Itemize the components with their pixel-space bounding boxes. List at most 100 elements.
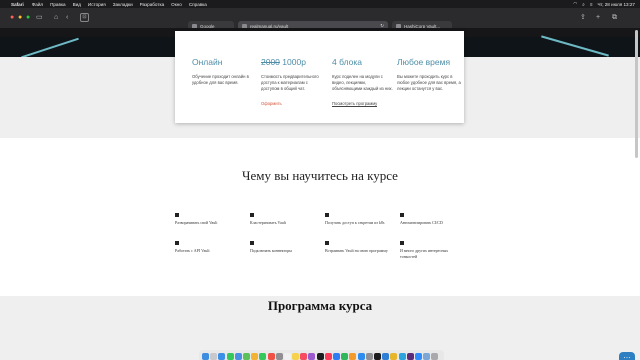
skill-item: Автоматизировать CI/CD [400, 213, 465, 226]
menu-edit[interactable]: Правка [50, 2, 66, 7]
program-title: Программа курса [267, 298, 373, 313]
chat-icon: … [623, 351, 631, 360]
menu-window[interactable]: Окно [171, 2, 182, 7]
skill-text: Подключать коннекторы [250, 248, 292, 253]
numbers-icon[interactable] [341, 352, 349, 360]
launchpad-icon[interactable] [210, 352, 218, 360]
facetime-icon[interactable] [259, 352, 267, 360]
settings-icon[interactable] [365, 352, 373, 360]
skill-item: Подключать коннекторы [250, 241, 315, 254]
share-icon[interactable]: ⇪ [580, 13, 586, 22]
skill-item: Получать доступ к секретам из k8s [325, 213, 390, 226]
order-link[interactable]: Оформить [261, 101, 282, 106]
chat-widget-button[interactable]: … [619, 352, 635, 360]
bullet-icon [325, 213, 329, 217]
skill-item: Работать с API Vault [175, 241, 240, 254]
info-heading: Любое время [397, 57, 451, 67]
trash-icon[interactable] [431, 352, 439, 360]
skill-item: Кластеризовать Vault [250, 213, 315, 226]
safari-icon[interactable] [218, 352, 226, 360]
tab-overview-icon[interactable]: ⧉ [612, 13, 617, 22]
menubar-status: ◠ ⌕ ≡ Чт, 28 июля 13:27 [568, 1, 635, 7]
wifi-icon[interactable]: ◠ [573, 1, 577, 7]
keynote-icon[interactable] [333, 352, 340, 360]
skill-text: Получать доступ к секретам из k8s [325, 220, 385, 225]
menu-file[interactable]: Файл [32, 2, 43, 7]
pages-icon[interactable] [349, 352, 357, 360]
menu-app-name[interactable]: Safari [11, 2, 24, 7]
menu-bookmarks[interactable]: Закладки [113, 2, 133, 7]
close-window-icon[interactable]: ● [10, 13, 14, 22]
menu-help[interactable]: Справка [189, 2, 207, 7]
menu-history[interactable]: История [88, 2, 106, 7]
telegram-icon[interactable] [398, 352, 406, 360]
bullet-icon [250, 213, 254, 217]
terminal-icon[interactable] [373, 352, 381, 360]
macos-dock [199, 350, 444, 360]
view-program-link[interactable]: Посмотреть программу [332, 101, 378, 107]
skill-text: Кластеризовать Vault [250, 220, 286, 225]
zoom-window-icon[interactable]: ● [26, 13, 30, 22]
downloads-icon[interactable] [423, 352, 431, 360]
reader-icon[interactable]: ⊡ [80, 13, 89, 22]
info-column-price: 2000 1000р Стоимость предварительного до… [261, 31, 325, 110]
skill-item: Разворачивать свой Vault [175, 213, 240, 226]
minimize-window-icon[interactable]: ● [18, 13, 22, 22]
news-icon[interactable] [324, 352, 332, 360]
maps-icon[interactable] [242, 352, 250, 360]
new-tab-icon[interactable]: + [596, 13, 600, 22]
info-text: Стоимость предварительного доступа к мат… [261, 74, 319, 91]
mail-icon[interactable] [234, 352, 242, 360]
podcasts-icon[interactable] [308, 352, 316, 360]
menu-develop[interactable]: Разработка [140, 2, 165, 7]
music-icon[interactable] [300, 352, 308, 360]
bullet-icon [175, 241, 179, 245]
info-heading: Онлайн [192, 57, 223, 67]
skill-item: И много других интересных тонкостей [400, 241, 465, 259]
chrome-icon[interactable] [390, 352, 398, 360]
old-price: 2000 [261, 57, 280, 67]
control-center-icon[interactable]: ≡ [590, 2, 593, 7]
zoom-icon[interactable] [414, 352, 422, 360]
info-text: Курс поделен на модули с видео, лекциями… [332, 74, 393, 91]
menu-view[interactable]: Вид [73, 2, 81, 7]
messages-icon[interactable] [226, 352, 234, 360]
photos-icon[interactable] [251, 352, 259, 360]
bullet-icon [400, 213, 404, 217]
hero-light-beam [21, 37, 79, 59]
bullet-icon [325, 241, 329, 245]
skill-text: И много других интересных тонкостей [400, 248, 449, 259]
search-icon[interactable]: ⌕ [582, 2, 585, 7]
price-heading: 2000 1000р [261, 57, 325, 67]
bullet-icon [250, 241, 254, 245]
info-text: Вы можете проходить курс в любое удобное… [397, 74, 461, 91]
calendar-icon[interactable] [267, 352, 275, 360]
new-price: 1000р [282, 57, 306, 67]
notes-icon[interactable] [292, 352, 300, 360]
skill-text: Разворачивать свой Vault [175, 220, 218, 225]
info-column-online: Онлайн Обучение проходит онлайн в удобно… [192, 31, 256, 86]
back-icon[interactable]: ‹ [66, 13, 68, 22]
info-column-anytime: Любое время Вы можете проходить курс в л… [397, 31, 461, 92]
page-scrollbar[interactable] [635, 30, 638, 158]
contacts-icon[interactable] [275, 352, 283, 360]
home-icon[interactable]: ⌂ [54, 13, 58, 22]
sidebar-toggle-icon[interactable]: ▭ [36, 13, 43, 22]
info-text: Обучение проходит онлайн в удобное для в… [192, 74, 249, 85]
menubar-clock[interactable]: Чт, 28 июля 13:27 [598, 2, 635, 7]
vscode-icon[interactable] [382, 352, 390, 360]
macos-menubar: Safari Файл Правка Вид История Закладки … [0, 0, 640, 8]
info-column-blocks: 4 блока Курс поделен на модули с видео, … [332, 31, 396, 110]
hero-light-beam [541, 35, 609, 57]
skill-text: Встраивать Vault на свою программу [325, 248, 388, 253]
browser-toolbar: ● ● ● ▭ ⌂ ‹ ⊡ Google realmanual.ru/vault… [0, 8, 640, 31]
tv-icon[interactable] [316, 352, 324, 360]
course-info-card: Онлайн Обучение проходит онлайн в удобно… [175, 31, 464, 123]
info-heading: 4 блока [332, 57, 362, 67]
appstore-icon[interactable] [357, 352, 365, 360]
finder-icon[interactable] [202, 352, 209, 360]
slack-icon[interactable] [406, 352, 414, 360]
learn-title: Чему вы научитесь на курсе [242, 168, 398, 183]
reminders-icon[interactable] [283, 352, 291, 360]
learn-section: Чему вы научитесь на курсе Разворачивать… [0, 138, 640, 296]
